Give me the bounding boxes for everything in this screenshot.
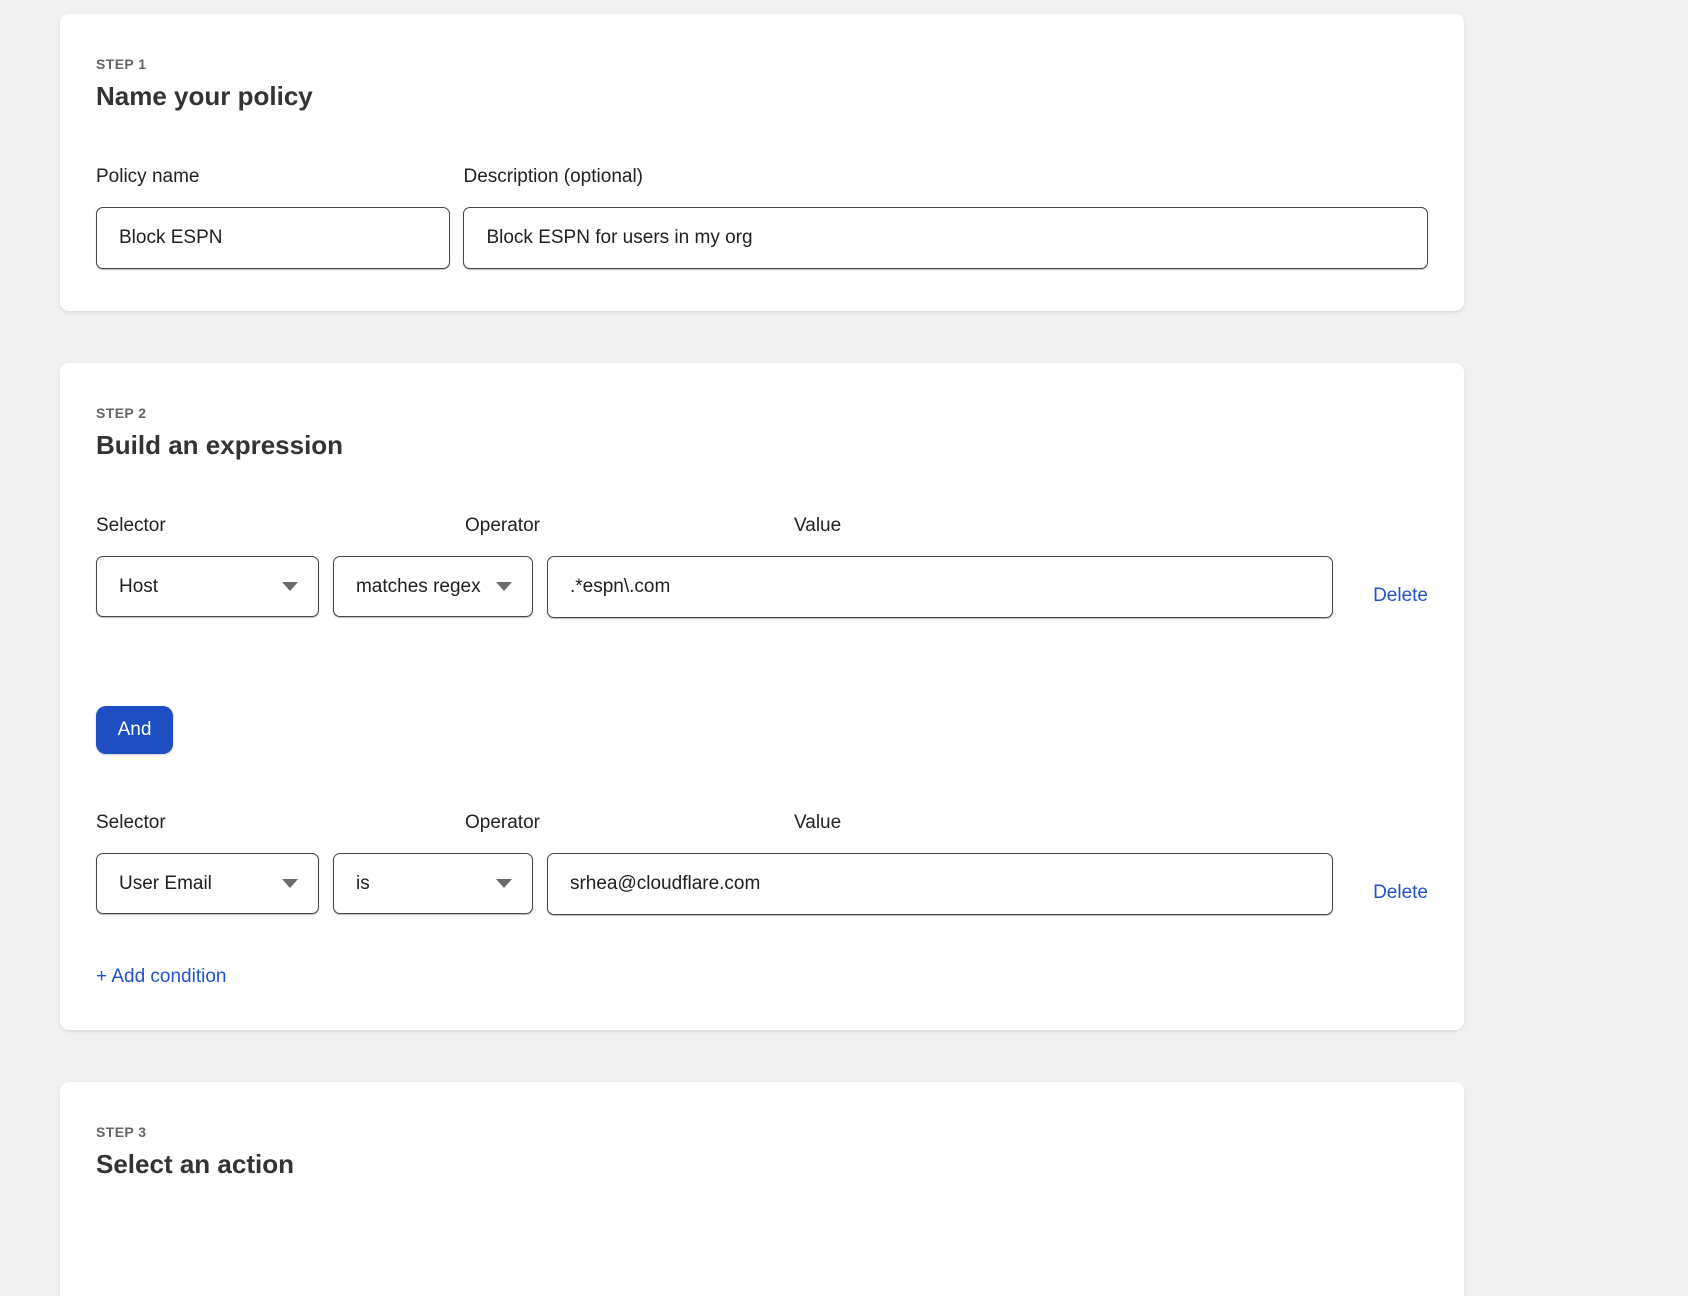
value-label: Value (794, 812, 1311, 834)
policy-name-field: Policy name (96, 166, 450, 269)
chevron-down-icon (496, 879, 512, 888)
chevron-down-icon (282, 582, 298, 591)
step-2-title: Build an expression (96, 430, 1428, 461)
value-label: Value (794, 515, 1311, 537)
operator-column: Operator (465, 515, 780, 556)
step-1-label: STEP 1 (96, 56, 1428, 72)
policy-name-label: Policy name (96, 166, 450, 188)
selector-label: Selector (96, 515, 451, 537)
description-field: Description (optional) (463, 166, 1428, 269)
card-step-2: STEP 2 Build an expression Selector Oper… (60, 363, 1464, 1030)
card-step-1: STEP 1 Name your policy Policy name Desc… (60, 14, 1464, 311)
operator-dropdown-2-value: is (356, 873, 370, 895)
selector-column: Selector (96, 812, 451, 853)
selector-dropdown-2[interactable]: User Email (96, 853, 319, 914)
step-3-title: Select an action (96, 1149, 1428, 1180)
selector-label: Selector (96, 812, 451, 834)
operator-column: Operator (465, 812, 780, 853)
selector-column: Selector (96, 515, 451, 556)
operator-label: Operator (465, 515, 780, 537)
delete-condition-1-link[interactable]: Delete (1373, 585, 1428, 607)
condition-2-labels: Selector Operator Value (96, 812, 1428, 853)
chevron-down-icon (496, 582, 512, 591)
delete-condition-2-link[interactable]: Delete (1373, 882, 1428, 904)
step-3-label: STEP 3 (96, 1124, 1428, 1140)
add-condition-link[interactable]: + Add condition (96, 966, 226, 988)
selector-dropdown-2-value: User Email (119, 873, 212, 895)
description-input[interactable] (463, 207, 1428, 269)
operator-dropdown-1-value: matches regex (356, 576, 481, 598)
policy-builder-page: STEP 1 Name your policy Policy name Desc… (0, 0, 1688, 1296)
chevron-down-icon (282, 879, 298, 888)
condition-row-1: Selector Operator Value Host matches reg… (96, 515, 1428, 618)
condition-1-inputs: Host matches regex Delete (96, 556, 1428, 618)
value-column: Value (794, 515, 1311, 556)
selector-dropdown-1[interactable]: Host (96, 556, 319, 617)
value-input-1[interactable] (547, 556, 1333, 618)
policy-fields-row: Policy name Description (optional) (96, 166, 1428, 269)
operator-dropdown-1[interactable]: matches regex (333, 556, 533, 617)
condition-2-inputs: User Email is Delete (96, 853, 1428, 915)
step-2-label: STEP 2 (96, 405, 1428, 421)
selector-dropdown-1-value: Host (119, 576, 158, 598)
and-connector-button[interactable]: And (96, 706, 173, 754)
value-column: Value (794, 812, 1311, 853)
condition-row-2: Selector Operator Value User Email is (96, 812, 1428, 915)
description-label: Description (optional) (463, 166, 1428, 188)
card-step-3: STEP 3 Select an action (60, 1082, 1464, 1296)
step-1-title: Name your policy (96, 81, 1428, 112)
value-input-2[interactable] (547, 853, 1333, 915)
operator-label: Operator (465, 812, 780, 834)
operator-dropdown-2[interactable]: is (333, 853, 533, 914)
condition-1-labels: Selector Operator Value (96, 515, 1428, 556)
policy-name-input[interactable] (96, 207, 450, 269)
